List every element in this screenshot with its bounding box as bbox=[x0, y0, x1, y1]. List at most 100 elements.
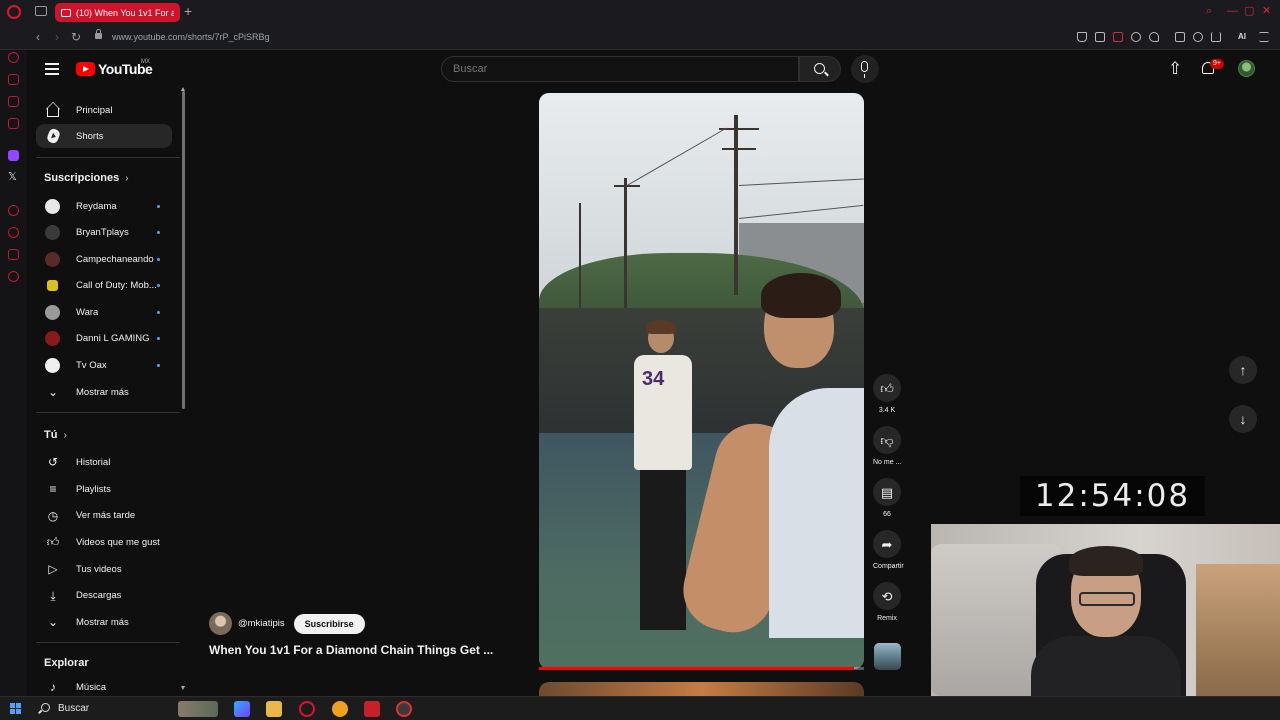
previous-short-button[interactable]: ↑ bbox=[1229, 356, 1257, 384]
sidebar-item-principal[interactable]: Principal bbox=[36, 98, 172, 122]
share-icon[interactable]: ➦ bbox=[873, 530, 901, 558]
your-videos-icon: ▷ bbox=[48, 562, 58, 576]
show-more-you[interactable]: ⌄ Mostrar más bbox=[36, 610, 172, 634]
subscriptions-heading[interactable]: Suscripciones › bbox=[44, 172, 129, 184]
snapshot-icon[interactable] bbox=[1095, 32, 1105, 42]
music-icon: ♪ bbox=[50, 680, 56, 694]
sidebar-item-shorts[interactable]: Shorts bbox=[36, 124, 172, 148]
sidebar-item-downloads[interactable]: ⤓ Descargas bbox=[36, 584, 172, 608]
minimize-icon[interactable]: — bbox=[1227, 5, 1238, 17]
comment-icon[interactable]: ▤ bbox=[873, 478, 901, 506]
account-avatar[interactable] bbox=[1238, 60, 1255, 77]
close-icon[interactable]: ✕ bbox=[1262, 5, 1271, 17]
sidebar-item-playlists[interactable]: ≡ Playlists bbox=[36, 477, 172, 501]
subscription-item[interactable]: Campechaneando bbox=[36, 247, 172, 271]
url-field[interactable]: www.youtube.com/shorts/7rP_cPiSRBg bbox=[112, 32, 270, 42]
like-action[interactable]: 👍︎ 3.4 K bbox=[873, 374, 901, 414]
sidebar-item-label: Videos que me gust... bbox=[76, 536, 160, 548]
workspaces-icon[interactable] bbox=[35, 6, 47, 16]
remix-action[interactable]: ⟲ Remix bbox=[873, 582, 901, 622]
sidebar-item-watch-later[interactable]: ◷ Ver más tarde bbox=[36, 504, 172, 528]
opera-logo-icon[interactable] bbox=[7, 5, 21, 19]
show-more-subscriptions[interactable]: ⌄ Mostrar más bbox=[36, 380, 172, 404]
remix-icon[interactable]: ⟲ bbox=[873, 582, 901, 610]
forward-icon[interactable]: › bbox=[55, 30, 59, 44]
share-action[interactable]: ➦ Compartir bbox=[873, 530, 904, 570]
voice-search-button[interactable] bbox=[851, 55, 879, 83]
aria-ai-button[interactable]: AI bbox=[1238, 32, 1246, 41]
sidebar-bag-icon[interactable] bbox=[8, 74, 19, 85]
reload-icon[interactable]: ↻ bbox=[71, 30, 81, 44]
sidebar-scrollbar[interactable] bbox=[182, 91, 185, 409]
opera-taskbar-icon[interactable] bbox=[299, 701, 315, 717]
subscription-item[interactable]: Danni L GAMING bbox=[36, 327, 172, 351]
sidebar-item-your-videos[interactable]: ▷ Tus videos bbox=[36, 557, 172, 581]
sidebar-item-liked[interactable]: 👍︎ Videos que me gust... bbox=[36, 530, 172, 554]
youtube-play-icon bbox=[76, 62, 95, 76]
subscription-item[interactable]: Wara bbox=[36, 300, 172, 324]
short-title[interactable]: When You 1v1 For a Diamond Chain Things … bbox=[209, 643, 493, 657]
search-input[interactable] bbox=[453, 63, 783, 75]
player-icon[interactable] bbox=[1131, 32, 1141, 42]
new-tab-icon[interactable]: + bbox=[184, 4, 192, 18]
thumbs-up-icon: 👍︎ bbox=[46, 535, 60, 549]
extensions-icon[interactable] bbox=[1175, 32, 1185, 42]
downloads-icon[interactable] bbox=[1211, 32, 1221, 42]
divider bbox=[36, 642, 180, 643]
thumbs-down-icon[interactable]: 👎︎ bbox=[873, 426, 901, 454]
create-upload-icon[interactable]: ⇧ bbox=[1168, 60, 1182, 77]
sidebar-item-historial[interactable]: ↺ Historial bbox=[36, 450, 172, 474]
subscription-label: Campechaneando bbox=[76, 253, 154, 265]
copilot-icon[interactable] bbox=[234, 701, 250, 717]
comments-action[interactable]: ▤ 66 bbox=[873, 478, 901, 518]
sidebar-item-music[interactable]: ♪ Música bbox=[36, 675, 172, 696]
voicemeeter-icon[interactable] bbox=[364, 701, 380, 717]
subscription-item[interactable]: Reydama bbox=[36, 194, 172, 218]
subscription-item[interactable]: Call of Duty: Mob... bbox=[36, 274, 172, 298]
taskbar-search-icon[interactable] bbox=[41, 703, 50, 712]
bookmark-icon[interactable] bbox=[1077, 32, 1087, 42]
settings-sidebar-icon[interactable] bbox=[8, 271, 19, 282]
sidebar-scroll-down-icon[interactable] bbox=[181, 686, 185, 690]
webcam-feed bbox=[931, 524, 1280, 696]
file-explorer-icon[interactable] bbox=[266, 701, 282, 717]
dislike-action[interactable]: 👎︎ No me ... bbox=[873, 426, 901, 466]
sidebar-wallet-icon[interactable] bbox=[8, 96, 19, 107]
address-bar: ‹ › ↻ www.youtube.com/shorts/7rP_cPiSRBg… bbox=[0, 26, 1280, 50]
sidebar-messenger-icon[interactable] bbox=[8, 118, 19, 129]
chrome-taskbar-icon[interactable] bbox=[332, 701, 348, 717]
subscription-item[interactable]: BryanTplays bbox=[36, 221, 172, 245]
taskbar-search-label[interactable]: Buscar bbox=[58, 703, 89, 714]
history-sidebar-icon[interactable] bbox=[8, 205, 19, 216]
short-video-player[interactable]: 34 bbox=[539, 93, 864, 669]
clock-sidebar-icon[interactable] bbox=[8, 227, 19, 238]
search-box bbox=[441, 56, 799, 82]
search-button[interactable] bbox=[799, 56, 841, 82]
heart-icon[interactable] bbox=[1149, 32, 1159, 42]
show-more-label: Mostrar más bbox=[76, 386, 129, 398]
channel-name[interactable]: @mkiatipis bbox=[238, 618, 285, 629]
menu-icon[interactable] bbox=[45, 63, 59, 75]
aria-icon[interactable] bbox=[8, 52, 19, 63]
twitch-icon[interactable] bbox=[8, 150, 19, 161]
shield-icon[interactable] bbox=[1113, 32, 1123, 42]
sound-thumbnail[interactable] bbox=[874, 643, 901, 670]
windows-start-icon[interactable] bbox=[10, 703, 21, 714]
channel-avatar[interactable] bbox=[209, 612, 232, 635]
x-twitter-icon[interactable]: 𝕏 bbox=[8, 172, 17, 183]
taskbar-widget-icon[interactable] bbox=[178, 701, 218, 717]
divider bbox=[36, 412, 180, 413]
next-short-button[interactable]: ↓ bbox=[1229, 405, 1257, 433]
thumbs-up-icon[interactable]: 👍︎ bbox=[873, 374, 901, 402]
subscribe-button[interactable]: Suscribirse bbox=[293, 613, 365, 634]
browser-tab-active[interactable]: (10) When You 1v1 For a Di bbox=[55, 3, 180, 22]
maximize-icon[interactable]: ▢ bbox=[1244, 5, 1254, 17]
back-icon[interactable]: ‹ bbox=[36, 30, 40, 44]
search-tabs-icon[interactable]: ⌕ bbox=[1206, 5, 1212, 17]
pinboard-icon[interactable] bbox=[8, 249, 19, 260]
you-heading[interactable]: Tú › bbox=[44, 429, 67, 441]
subscription-item[interactable]: Tv Oax bbox=[36, 353, 172, 377]
easy-setup-icon[interactable] bbox=[1259, 32, 1269, 42]
profile-icon[interactable] bbox=[1193, 32, 1203, 42]
obs-taskbar-icon[interactable] bbox=[396, 701, 412, 717]
